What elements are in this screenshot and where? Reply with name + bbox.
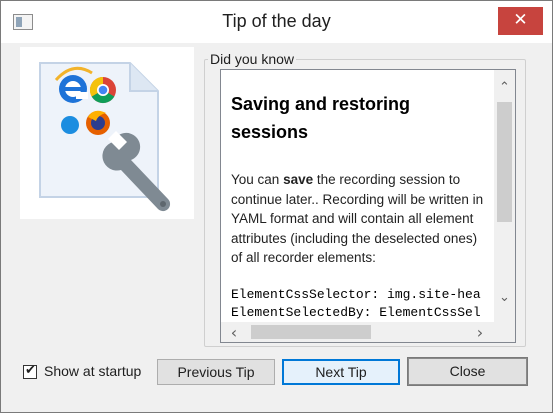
tip-illustration [20,47,194,219]
previous-tip-button[interactable]: Previous Tip [157,359,275,385]
horizontal-scrollbar[interactable]: ‹ › [221,322,494,342]
safari-logo-icon [61,116,79,134]
scroll-up-arrow-icon[interactable]: ⌃ [494,80,515,95]
check-icon: ✔ [25,363,36,378]
vertical-scrollbar[interactable]: ⌃ ⌄ [494,70,515,322]
scroll-down-arrow-icon[interactable]: ⌄ [494,290,515,305]
tip-body: You can save the recording session to co… [231,170,491,268]
window-title: Tip of the day [222,11,331,31]
tip-content-pane[interactable]: Saving and restoring sessions You can sa… [220,69,516,343]
code-line: ElementCssSelector: img.site-hea [231,286,481,302]
scroll-left-arrow-icon[interactable]: ‹ [227,323,241,342]
did-you-know-label: Did you know [208,51,297,67]
tip-code-block: ElementCssSelector: img.site-hea ElementS… [231,286,491,322]
window-close-button[interactable]: ✕ [498,7,543,35]
tip-of-the-day-dialog: Tip of the day ✕ Did you know Saving and… [0,0,553,413]
browser-tools-logo-icon [39,62,171,212]
show-at-startup-checkbox[interactable]: ✔ [23,363,37,379]
tip-content: Saving and restoring sessions You can sa… [231,90,491,322]
scroll-right-arrow-icon[interactable]: › [473,323,487,342]
code-line: ElementSelectedBy: ElementCssSel [231,304,481,320]
horizontal-scroll-thumb[interactable] [251,325,371,339]
close-button[interactable]: Close [407,357,528,386]
tip-body-prefix: You can [231,172,284,187]
show-at-startup-label[interactable]: Show at startup [44,363,141,379]
tip-heading: Saving and restoring sessions [231,94,411,142]
chrome-logo-icon [89,76,116,104]
vertical-scroll-thumb[interactable] [497,102,512,222]
scroll-corner [494,322,515,342]
title-bar[interactable]: Tip of the day ✕ [1,1,552,43]
tip-body-bold: save [283,172,314,187]
next-tip-button[interactable]: Next Tip [282,359,400,385]
